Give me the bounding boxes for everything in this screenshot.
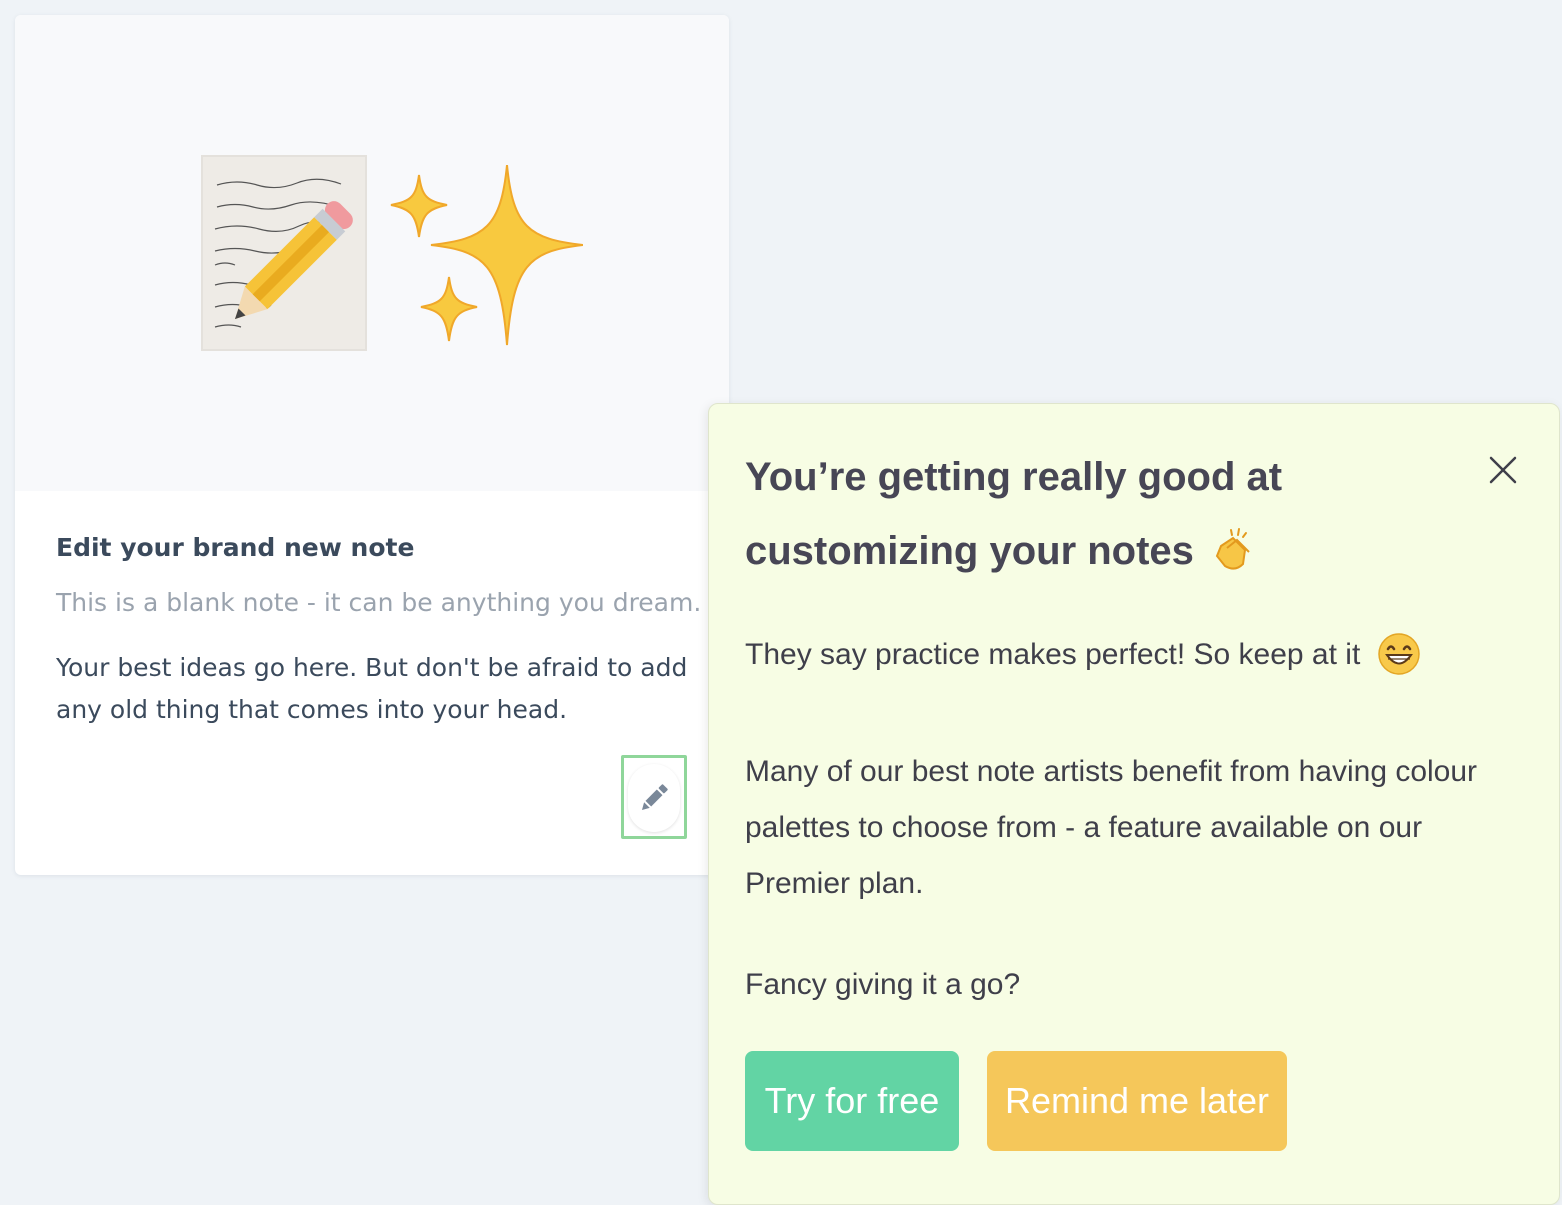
close-button[interactable] [1483,450,1523,490]
popup-paragraph-1-text: They say practice makes perfect! So keep… [745,638,1361,671]
edit-note-button[interactable] [628,764,680,832]
edit-button-highlight [621,755,687,839]
popup-paragraph-2: Many of our best note artists benefit fr… [745,755,1478,900]
popup-title-text: You’re getting really good at customizin… [745,455,1283,573]
sparkles-icon [390,165,583,346]
upgrade-popup: You’re getting really good at customizin… [708,403,1560,1205]
note-subtitle: This is a blank note - it can be anythin… [56,588,702,617]
note-card: Edit your brand new note This is a blank… [15,15,729,875]
clapping-hands-icon [1215,528,1250,570]
grinning-face-icon [1377,633,1420,675]
memo-icon [201,155,367,351]
pencil-icon [641,784,668,811]
note-media [15,15,729,491]
note-title: Edit your brand new note [56,533,415,562]
remind-me-later-button[interactable]: Remind me later [987,1051,1287,1151]
try-for-free-button[interactable]: Try for free [745,1051,959,1151]
popup-paragraph-3: Fancy giving it a go? [745,968,1021,1001]
popup-title: You’re getting really good at customizin… [745,440,1385,588]
popup-paragraph-1: They say practice makes perfect! So keep… [745,632,1421,676]
note-body: Your best ideas go here. But don't be af… [56,653,688,724]
close-icon [1489,456,1517,484]
